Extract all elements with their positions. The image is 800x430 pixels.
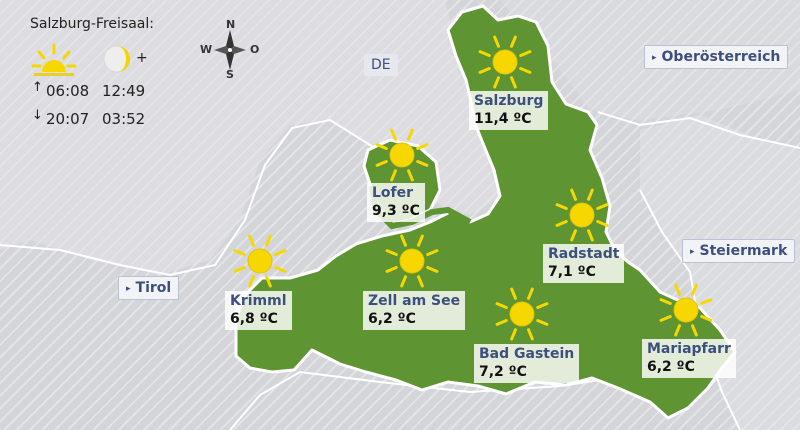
station-label-box: Zell am See 6,2 ºC <box>363 291 466 330</box>
station-name: Radstadt <box>548 246 620 262</box>
station-name: Krimml <box>230 293 287 309</box>
region-link-steiermark[interactable]: ▸ Steiermark <box>682 239 796 263</box>
station-label-box: Krimml 6,8 ºC <box>225 291 292 330</box>
moonset-time: 03:52 <box>102 110 146 128</box>
station-name: Salzburg <box>474 93 544 109</box>
station-temperature: 9,3 ºC <box>372 203 420 219</box>
sunrise-arrow-icon: ↑ <box>32 80 43 95</box>
sun-icon <box>495 287 549 341</box>
weather-map: Salzburg-Freisaal: + ↑ 06:08 12:49 ↓ 20:… <box>0 0 800 430</box>
country-label-de: DE <box>364 54 398 76</box>
sunset-arrow-icon: ↓ <box>32 108 43 123</box>
station-temperature: 11,4 ºC <box>474 111 532 127</box>
compass-rose: N S W O <box>198 18 268 82</box>
sun-icon <box>659 283 713 337</box>
moon-icon <box>103 45 131 73</box>
station-label-box: Salzburg 11,4 ºC <box>469 91 549 130</box>
station-label-box: Bad Gastein 7,2 ºC <box>474 344 580 383</box>
station-temperature: 6,2 ºC <box>647 359 695 375</box>
triangle-right-icon: ▸ <box>126 284 131 294</box>
sun-icon <box>375 128 429 182</box>
station-name: Bad Gastein <box>479 346 575 362</box>
station-temperature: 7,2 ºC <box>479 364 527 380</box>
station-name: Mariapfarr <box>647 341 731 357</box>
moonrise-time: 12:49 <box>102 82 146 100</box>
sun-icon <box>478 35 532 89</box>
region-link-oberoesterreich[interactable]: ▸ Oberösterreich <box>644 45 789 69</box>
moon-phase-plus: + <box>136 50 148 66</box>
sun-icon <box>233 234 287 288</box>
sun-icon <box>385 234 439 288</box>
region-link-tirol[interactable]: ▸ Tirol <box>118 276 180 300</box>
compass-east: O <box>250 43 260 56</box>
compass-north: N <box>226 18 236 31</box>
triangle-right-icon: ▸ <box>690 247 695 257</box>
triangle-right-icon: ▸ <box>652 53 657 63</box>
station-name: Lofer <box>372 185 414 201</box>
sunrise-time: 06:08 <box>46 82 90 100</box>
location-title: Salzburg-Freisaal: <box>30 16 154 32</box>
station-temperature: 6,2 ºC <box>368 311 416 327</box>
station-name: Zell am See <box>368 293 461 309</box>
station-label-box: Mariapfarr 6,2 ºC <box>642 339 736 378</box>
station-temperature: 7,1 ºC <box>548 264 596 280</box>
compass-south: S <box>226 68 234 81</box>
sunset-time: 20:07 <box>46 110 90 128</box>
station-label-box: Lofer 9,3 ºC <box>367 183 425 222</box>
compass-west: W <box>200 43 213 56</box>
station-label-box: Radstadt 7,1 ºC <box>543 244 625 283</box>
station-temperature: 6,8 ºC <box>230 311 278 327</box>
sun-icon <box>31 43 77 76</box>
sun-icon <box>555 188 609 242</box>
